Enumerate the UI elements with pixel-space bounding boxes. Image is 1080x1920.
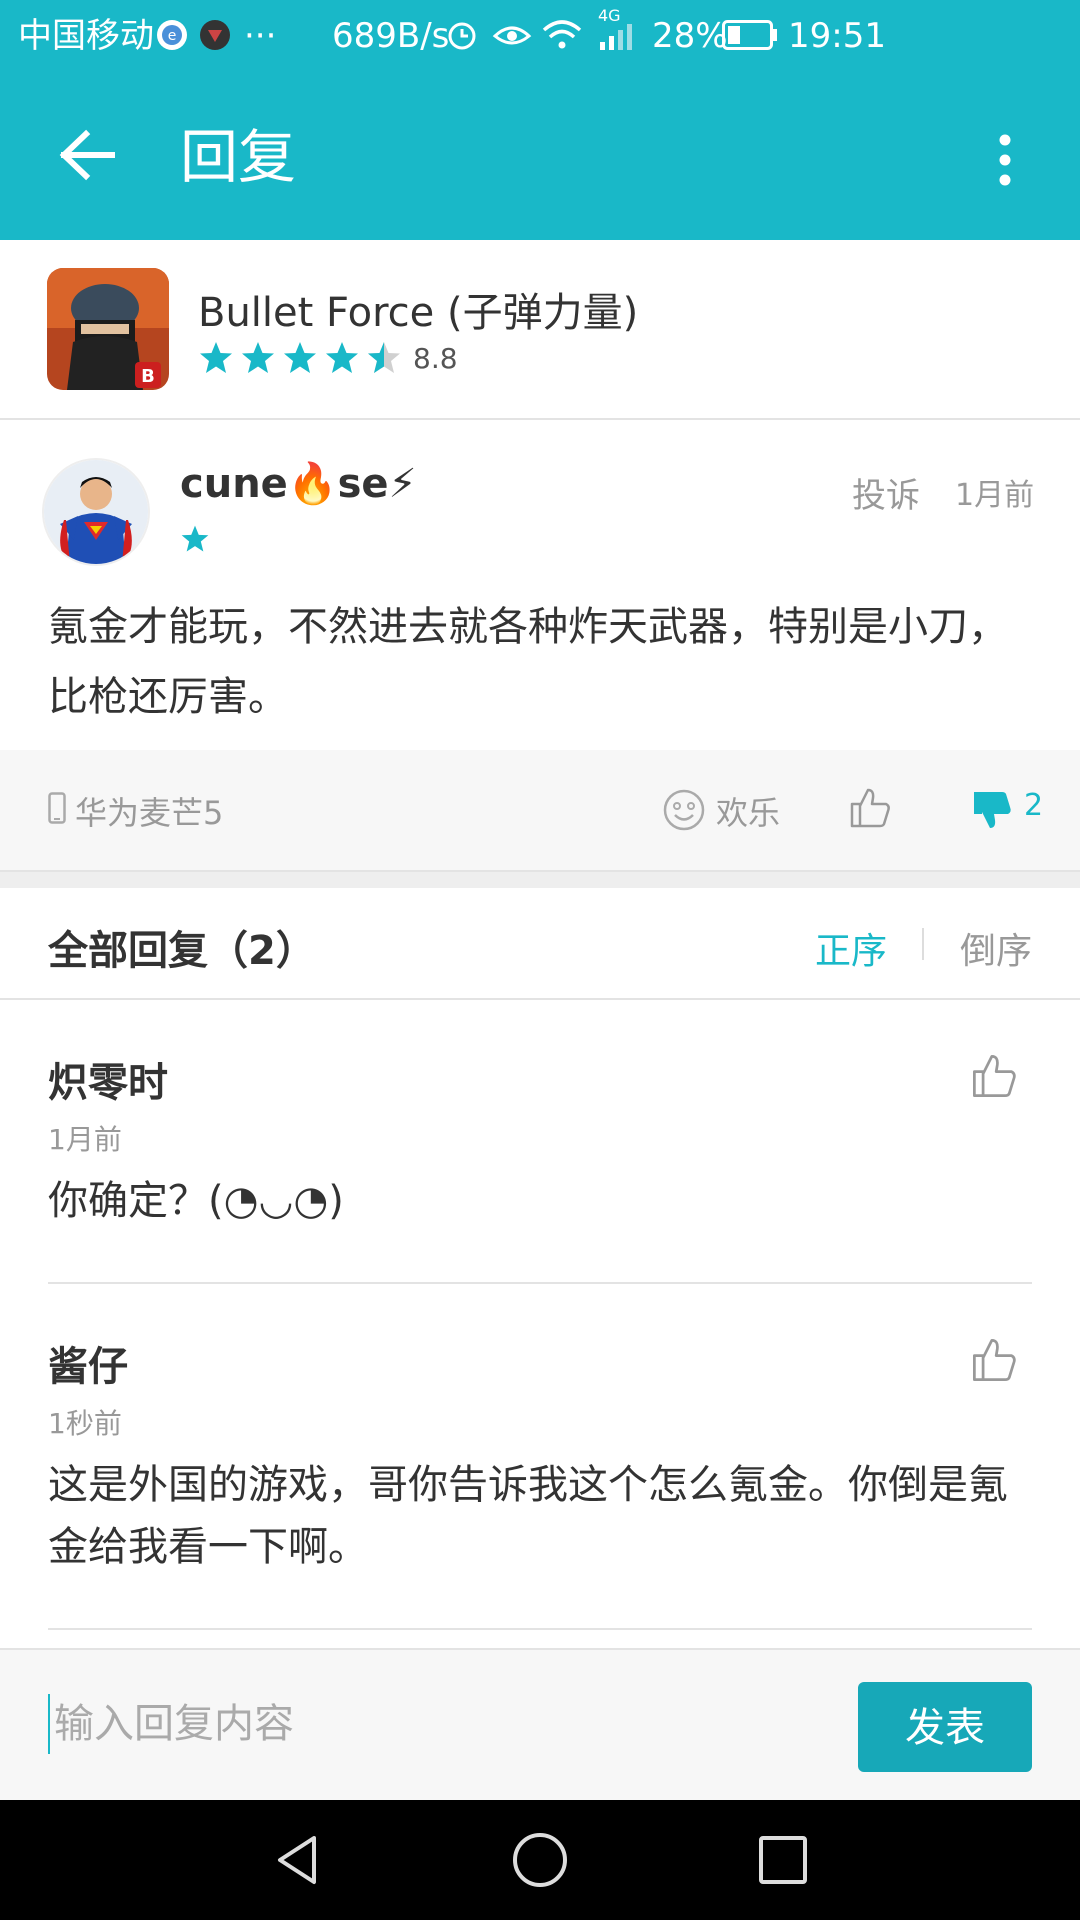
page-title: 回复 — [180, 123, 297, 191]
app-bar: 回复 — [0, 75, 1080, 240]
reply-input[interactable] — [48, 1694, 834, 1754]
replies-header: 全部回复（2） 正序 倒序 — [0, 888, 1080, 1000]
app-notification-icon — [200, 20, 230, 50]
reviewer-name[interactable]: cune🔥se⚡ — [180, 460, 417, 507]
network-type-label: 4G — [598, 6, 621, 25]
battery-icon — [722, 20, 777, 50]
app-info-card[interactable]: B Bullet Force (子弹力量) 8.8 — [0, 240, 1080, 420]
mood-label[interactable]: 欢乐 — [716, 788, 780, 834]
sort-ascending-tab[interactable]: 正序 — [815, 922, 887, 974]
clock-label: 19:51 — [788, 16, 886, 56]
app-rating-score: 8.8 — [413, 342, 458, 375]
nav-recent-apps-icon[interactable] — [755, 1832, 811, 1888]
thumbs-up-icon[interactable] — [848, 786, 892, 830]
wifi-icon — [542, 20, 582, 49]
status-bar: 中国移动 e ··· 689B/s 4G 28% 19:51 — [0, 0, 1080, 75]
sort-descending-tab[interactable]: 倒序 — [960, 922, 1032, 974]
alarm-icon — [448, 22, 476, 50]
reply-author[interactable]: 炽零时 — [48, 1050, 168, 1108]
app-rating-stars — [200, 342, 400, 373]
sort-divider — [922, 928, 924, 960]
reviewer-avatar[interactable] — [42, 458, 150, 566]
dislike-count: 2 — [1024, 788, 1044, 823]
svg-text:e: e — [168, 28, 177, 44]
device-name: 华为麦芒5 — [75, 794, 224, 832]
section-divider — [0, 872, 1080, 888]
back-arrow-icon[interactable] — [50, 120, 120, 190]
reply-text: 你确定？(◔◡◔) — [48, 1178, 344, 1224]
submit-button[interactable]: 发表 — [858, 1682, 1032, 1772]
thumbs-up-icon[interactable] — [970, 1052, 1018, 1100]
browser-notification-icon: e — [157, 20, 187, 50]
network-speed-label: 689B/s — [332, 16, 450, 56]
thumbs-up-icon[interactable] — [970, 1336, 1018, 1384]
reply-time: 1秒前 — [48, 1407, 122, 1440]
report-link[interactable]: 投诉 — [852, 468, 920, 517]
carrier-label: 中国移动 — [18, 16, 154, 56]
battery-percent-label: 28% — [652, 16, 728, 56]
eye-comfort-icon — [492, 26, 532, 45]
signal-icon — [600, 24, 632, 50]
review-text: 氪金才能玩，不然进去就各种炸天武器，特别是小刀，比枪还厉害。 — [48, 604, 1008, 720]
more-notifications-label: ··· — [244, 16, 277, 56]
reply-author[interactable]: 酱仔 — [48, 1334, 128, 1392]
nav-home-icon[interactable] — [510, 1830, 570, 1890]
reply-item: 炽零时 1月前 你确定？(◔◡◔) — [0, 1000, 1080, 1284]
thumbs-down-icon[interactable] — [970, 788, 1014, 832]
reply-text: 这是外国的游戏，哥你告诉我这个怎么氪金。你倒是氪金给我看一下啊。 — [48, 1462, 1008, 1570]
review-card: cune🔥se⚡ 投诉 1月前 氪金才能玩，不然进去就各种炸天武器，特别是小刀，… — [0, 420, 1080, 750]
smiley-mood-icon[interactable] — [662, 788, 706, 832]
review-time: 1月前 — [955, 478, 1035, 513]
review-action-bar: 华为麦芒5 欢乐 2 — [0, 750, 1080, 872]
reviewer-rating-star — [181, 525, 209, 552]
reply-divider — [48, 1628, 1032, 1630]
nav-back-icon[interactable] — [270, 1830, 330, 1890]
reply-time: 1月前 — [48, 1123, 122, 1156]
reply-item: 酱仔 1秒前 这是外国的游戏，哥你告诉我这个怎么氪金。你倒是氪金给我看一下啊。 — [0, 1284, 1080, 1630]
reply-input-bar: 发表 — [0, 1648, 1080, 1802]
svg-text:B: B — [141, 366, 155, 387]
more-options-icon[interactable] — [990, 130, 1020, 190]
system-nav-bar — [0, 1800, 1080, 1920]
app-name[interactable]: Bullet Force (子弹力量) — [198, 280, 638, 338]
app-icon[interactable]: B — [47, 268, 169, 390]
phone-icon — [48, 792, 66, 824]
replies-title: 全部回复（2） — [48, 928, 316, 974]
